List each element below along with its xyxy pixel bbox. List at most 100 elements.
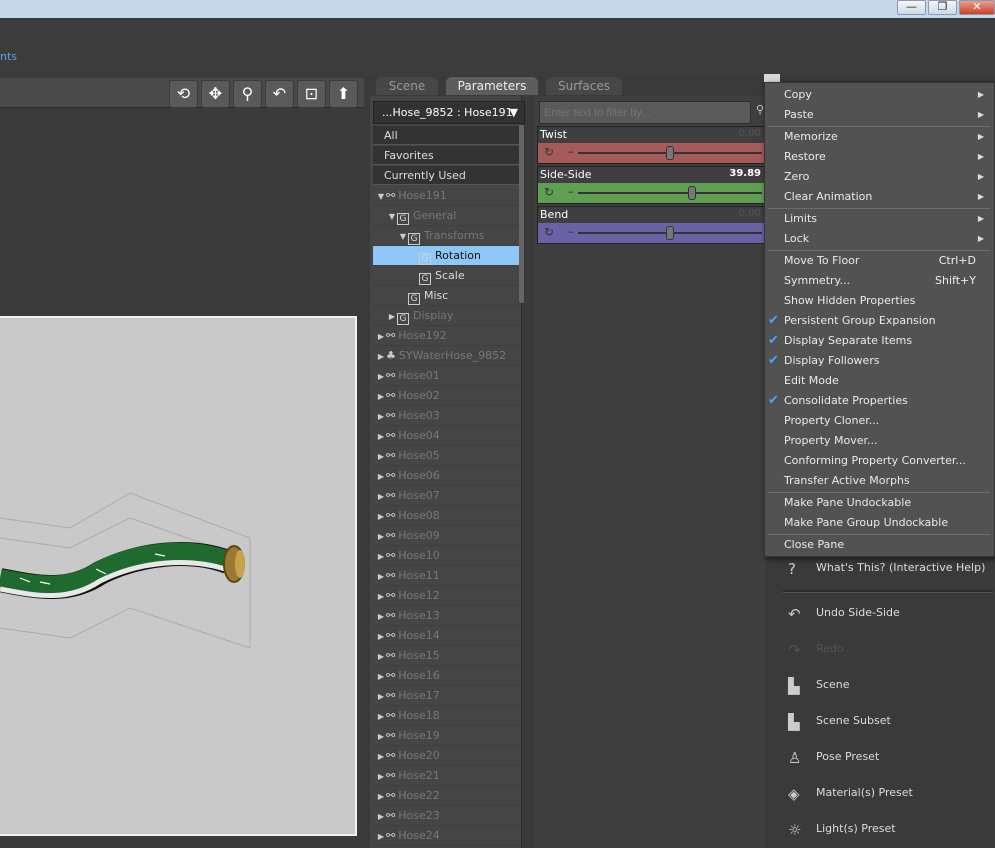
- tree-item[interactable]: ▶ ⚯ Hose11: [373, 566, 519, 586]
- tab-parameters[interactable]: Parameters: [446, 77, 538, 95]
- context-menu-item[interactable]: Persistent Group Expansion ✔: [766, 311, 992, 331]
- context-menu-item[interactable]: Property Mover...: [766, 431, 992, 451]
- context-menu-item[interactable]: Zero ▶: [766, 167, 992, 187]
- tab-scene[interactable]: Scene: [376, 77, 438, 95]
- context-menu-item[interactable]: Close Pane: [766, 535, 992, 555]
- context-menu-item[interactable]: Memorize ▶: [766, 127, 992, 147]
- scene-item[interactable]: ▙ Scene: [788, 673, 850, 697]
- context-menu-item[interactable]: Show Hidden Properties: [766, 291, 992, 311]
- slider-track[interactable]: ↻ –: [538, 143, 764, 163]
- expand-right-icon[interactable]: ▶: [376, 747, 386, 767]
- expand-down-icon[interactable]: ▼: [398, 227, 408, 247]
- tree-item[interactable]: ▶ ⚯ Hose22: [373, 786, 519, 806]
- restore-button[interactable]: ❐: [928, 0, 957, 15]
- context-menu-item[interactable]: Limits ▶: [766, 209, 992, 229]
- context-menu-item[interactable]: Restore ▶: [766, 147, 992, 167]
- tree-item[interactable]: G Rotation: [373, 246, 519, 266]
- slider-track[interactable]: ↻ –: [538, 183, 764, 203]
- tree-item[interactable]: G Scale: [373, 266, 519, 286]
- context-menu-item[interactable]: Property Cloner...: [766, 411, 992, 431]
- context-menu-item[interactable]: Display Followers ✔: [766, 351, 992, 371]
- slider-knob[interactable]: [688, 186, 697, 200]
- expand-right-icon[interactable]: ▶: [387, 307, 397, 327]
- expand-right-icon[interactable]: ▶: [376, 787, 386, 807]
- search-icon[interactable]: ⚲: [756, 103, 764, 116]
- context-menu-item[interactable]: Edit Mode: [766, 371, 992, 391]
- decrement-icon[interactable]: –: [568, 185, 574, 198]
- expand-right-icon[interactable]: ▶: [376, 507, 386, 527]
- tree-item[interactable]: ▶ ⚯ Hose16: [373, 666, 519, 686]
- expand-right-icon[interactable]: ▶: [376, 407, 386, 427]
- tree-item[interactable]: ▶ ⚯ Hose08: [373, 506, 519, 526]
- tab-surfaces[interactable]: Surfaces: [546, 77, 622, 95]
- tree-item[interactable]: ▶ ⚯ Hose192: [373, 326, 519, 346]
- context-menu-item[interactable]: Transfer Active Morphs: [766, 471, 992, 491]
- move-icon[interactable]: ✥: [201, 80, 230, 108]
- tree-item[interactable]: ▶ ⚯ Hose07: [373, 486, 519, 506]
- expand-right-icon[interactable]: ▶: [376, 387, 386, 407]
- tree-item[interactable]: ▶ G Display: [373, 306, 519, 326]
- expand-down-icon[interactable]: ▼: [387, 207, 397, 227]
- tree-item[interactable]: ▶ ⚯ Hose18: [373, 706, 519, 726]
- reset-icon[interactable]: ↻: [544, 145, 554, 159]
- tree-item[interactable]: ▼ G General: [373, 206, 519, 226]
- tree-item[interactable]: ▶ ⚯ Hose23: [373, 806, 519, 826]
- light-preset-item[interactable]: ☼ Light(s) Preset: [788, 817, 896, 841]
- decrement-icon[interactable]: –: [568, 225, 574, 238]
- context-menu-item[interactable]: Conforming Property Converter...: [766, 451, 992, 471]
- slider-knob[interactable]: [666, 226, 674, 240]
- expand-right-icon[interactable]: ▶: [376, 547, 386, 567]
- context-menu-item[interactable]: Make Pane Group Undockable: [766, 513, 992, 533]
- 3d-viewport[interactable]: [0, 316, 357, 836]
- expand-right-icon[interactable]: ▶: [376, 467, 386, 487]
- slider-value[interactable]: 0.00: [739, 208, 761, 219]
- node-selector-dropdown[interactable]: ...Hose_9852 : Hose191 ▼: [373, 101, 525, 124]
- tree-item[interactable]: ▶ ⚯ Hose04: [373, 426, 519, 446]
- undo-item[interactable]: ↶ Undo Side-Side: [788, 601, 900, 625]
- tree-item[interactable]: ▶ ⚯ Hose24: [373, 826, 519, 846]
- slider-value[interactable]: 39.89: [729, 168, 761, 179]
- slider-value[interactable]: 0.00: [739, 128, 761, 139]
- slider-track[interactable]: ↻ –: [538, 223, 764, 243]
- minimize-button[interactable]: —: [897, 0, 926, 15]
- expand-right-icon[interactable]: ▶: [376, 567, 386, 587]
- expand-right-icon[interactable]: ▶: [376, 347, 386, 367]
- filter-input[interactable]: [539, 101, 751, 124]
- context-menu-item[interactable]: Clear Animation ▶: [766, 187, 992, 207]
- expand-right-icon[interactable]: ▶: [376, 647, 386, 667]
- tree-item[interactable]: ▼ ⚯ Hose191: [373, 186, 519, 206]
- tree-item[interactable]: ▶ ⚯ Hose03: [373, 406, 519, 426]
- tree-item[interactable]: ▶ ⚯ Hose05: [373, 446, 519, 466]
- expand-right-icon[interactable]: ▶: [376, 327, 386, 347]
- close-window-button[interactable]: ✕: [959, 0, 995, 15]
- slider-knob[interactable]: [666, 146, 674, 160]
- tree-item[interactable]: ▼ G Transforms: [373, 226, 519, 246]
- context-menu-item[interactable]: Paste ▶: [766, 105, 992, 125]
- frame-icon[interactable]: ⊡: [297, 80, 326, 108]
- tree-item[interactable]: ▶ ⚯ Hose09: [373, 526, 519, 546]
- expand-down-icon[interactable]: ▼: [376, 187, 386, 207]
- tree-item[interactable]: ▶ ⚯ Hose06: [373, 466, 519, 486]
- group-all[interactable]: All: [373, 126, 519, 145]
- expand-right-icon[interactable]: ▶: [376, 427, 386, 447]
- tree-item[interactable]: ▶ ⚯ Hose10: [373, 546, 519, 566]
- tree-item[interactable]: ▶ ⚯ Hose21: [373, 766, 519, 786]
- expand-right-icon[interactable]: ▶: [376, 527, 386, 547]
- expand-right-icon[interactable]: ▶: [376, 607, 386, 627]
- tree-item[interactable]: ▶ ⚯ Hose13: [373, 606, 519, 626]
- context-menu-item[interactable]: Move To Floor Ctrl+D: [766, 251, 992, 271]
- expand-right-icon[interactable]: ▶: [376, 667, 386, 687]
- home-icon[interactable]: ⬆: [329, 80, 358, 108]
- parameter-slider[interactable]: Bend 0.00 ↻ –: [537, 206, 765, 244]
- expand-right-icon[interactable]: ▶: [376, 707, 386, 727]
- context-menu-item[interactable]: Lock ▶: [766, 229, 992, 249]
- pose-preset-item[interactable]: ♙ Pose Preset: [788, 745, 879, 769]
- scene-subset-item[interactable]: ▙ Scene Subset: [788, 709, 891, 733]
- expand-right-icon[interactable]: ▶: [376, 827, 386, 847]
- tree-item[interactable]: ▶ ⚯ Hose20: [373, 746, 519, 766]
- context-menu-item[interactable]: Copy ▶: [766, 85, 992, 105]
- decrement-icon[interactable]: –: [568, 145, 574, 158]
- material-preset-item[interactable]: ◈ Material(s) Preset: [788, 781, 913, 805]
- expand-right-icon[interactable]: ▶: [376, 687, 386, 707]
- tree-item[interactable]: ▶ ⚯ Hose12: [373, 586, 519, 606]
